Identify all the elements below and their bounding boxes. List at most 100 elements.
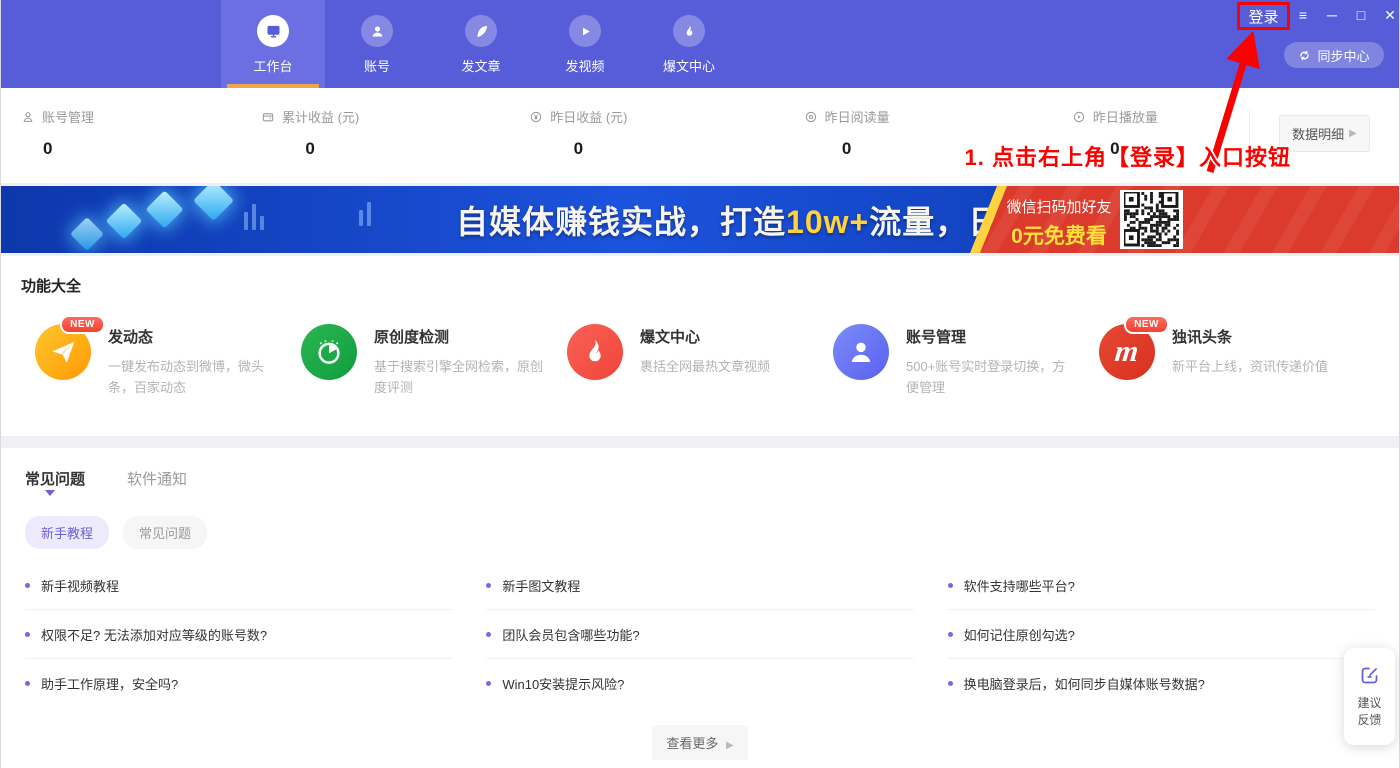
login-button[interactable]: 登录 — [1248, 6, 1278, 27]
feature-cards: NEW 发动态 一键发布动态到微博，微头条，百家动态 原创 — [21, 324, 1379, 398]
bullet-icon — [25, 681, 30, 686]
feature-name: 账号管理 — [906, 324, 1078, 347]
feature-name: 独讯头条 — [1172, 324, 1328, 347]
feature-name: 发动态 — [108, 324, 280, 347]
stat-label: 昨日阅读量 — [825, 107, 890, 126]
tab-label: 工作台 — [253, 56, 292, 75]
feature-name: 原创度检测 — [374, 324, 546, 347]
feedback-widget[interactable]: 建议 反馈 — [1344, 648, 1395, 745]
feature-duxun-toutiao[interactable]: m NEW 独讯头条 新平台上线，资讯传递价值 — [1099, 324, 1365, 398]
sync-icon — [1298, 49, 1311, 62]
faq-item[interactable]: 换电脑登录后，如何同步自媒体账号数据? — [948, 659, 1375, 708]
bullet-icon — [25, 583, 30, 588]
qr-code — [1120, 190, 1183, 249]
tab-common-questions[interactable]: 常见问题 — [25, 468, 85, 489]
view-more-button[interactable]: 查看更多 ▶ — [652, 725, 747, 760]
glow-cube-decoration — [70, 217, 104, 251]
stat-value: 0 — [43, 139, 52, 159]
view-more-label: 查看更多 — [666, 736, 718, 751]
tab-software-notice[interactable]: 软件通知 — [127, 468, 187, 489]
tab-label: 爆文中心 — [663, 56, 715, 75]
features-title: 功能大全 — [21, 275, 1379, 296]
close-icon[interactable]: ✕ — [1382, 7, 1398, 24]
faq-list: 新手视频教程 新手图文教程 软件支持哪些平台? 权限不足? 无法添加对应等级的账… — [25, 561, 1375, 708]
glow-cube-decoration — [145, 190, 183, 228]
faq-item[interactable]: 如何记住原创勾选? — [948, 610, 1375, 659]
flame-icon — [567, 324, 623, 380]
faq-section: 常见问题 软件通知 新手教程 常见问题 新手视频教程 新手图文教程 软件支持哪些… — [1, 448, 1399, 768]
stats-bar: 账号管理 0 累计收益 (元) 0 昨日收益 (元) 0 — [1, 88, 1399, 183]
promo-line1: 微信扫码加好友 — [1003, 196, 1115, 217]
caret-down-icon — [45, 490, 55, 496]
faq-item[interactable]: 新手视频教程 — [25, 561, 452, 610]
minimize-icon[interactable]: ─ — [1324, 7, 1340, 24]
faq-item[interactable]: Win10安装提示风险? — [486, 659, 913, 708]
views-icon — [804, 110, 818, 124]
stat-detail-zone: 数据明细 ▶ — [1249, 109, 1399, 157]
maximize-icon[interactable]: □ — [1353, 7, 1369, 24]
new-badge: NEW — [1124, 315, 1169, 334]
feature-account-management[interactable]: 账号管理 500+账号实时登录切换，方便管理 — [833, 324, 1099, 398]
equalizer-bar-decoration — [260, 216, 264, 230]
stat-value: 0 — [305, 139, 314, 159]
equalizer-bar-decoration — [252, 204, 256, 230]
stat-yesterday-plays: 昨日播放量 0 — [981, 107, 1249, 159]
feature-desc: 裹括全网最热文章视频 — [640, 356, 770, 377]
sync-center-label: 同步中心 — [1317, 46, 1369, 65]
equalizer-bar-decoration — [367, 202, 371, 226]
banner-promo-text: 微信扫码加好友 0元免费看 — [1003, 196, 1115, 250]
promo-banner[interactable]: 自媒体赚钱实战，打造10w+流量，日赚500+高收益玩法 微信扫码加好友 0元免… — [1, 186, 1399, 253]
faq-item[interactable]: 新手图文教程 — [486, 561, 913, 610]
faq-item[interactable]: 权限不足? 无法添加对应等级的账号数? — [25, 610, 452, 659]
tab-hot-article-center[interactable]: 爆文中心 — [637, 0, 741, 88]
paper-plane-icon: NEW — [35, 324, 91, 380]
tab-workbench[interactable]: 工作台 — [221, 0, 325, 88]
feature-desc: 新平台上线，资讯传递价值 — [1172, 356, 1328, 377]
headline-part: 10w+ — [786, 204, 869, 240]
pill-beginner-tutorial[interactable]: 新手教程 — [25, 516, 109, 549]
play-circle-icon — [1072, 110, 1086, 124]
bullet-icon — [486, 632, 491, 637]
window-controls: ≡ ─ □ ✕ — [1295, 7, 1398, 24]
bullet-icon — [486, 681, 491, 686]
feature-originality-check[interactable]: 原创度检测 基于搜索引擎全网检索，原创度评测 — [301, 324, 567, 398]
tab-label: 账号 — [364, 56, 390, 75]
stat-value: 0 — [574, 139, 583, 159]
chevron-right-icon: ▶ — [726, 740, 734, 751]
bullet-icon — [948, 681, 953, 686]
tab-publish-article[interactable]: 发文章 — [429, 0, 533, 88]
promo-line2: 0元免费看 — [1003, 220, 1115, 250]
faq-item[interactable]: 团队会员包含哪些功能? — [486, 610, 913, 659]
bullet-icon — [948, 583, 953, 588]
pill-common-questions[interactable]: 常见问题 — [123, 516, 207, 549]
stat-label: 昨日播放量 — [1093, 107, 1158, 126]
feature-hot-article-center[interactable]: 爆文中心 裹括全网最热文章视频 — [567, 324, 833, 398]
app-window: 工作台 账号 发文章 — [0, 0, 1400, 768]
stat-yesterday-reads: 昨日阅读量 0 — [713, 107, 981, 159]
faq-filter-pills: 新手教程 常见问题 — [25, 516, 1375, 549]
menu-icon[interactable]: ≡ — [1295, 7, 1311, 24]
chevron-right-icon: ▶ — [1349, 128, 1357, 139]
tab-account[interactable]: 账号 — [325, 0, 429, 88]
sync-center-button[interactable]: 同步中心 — [1284, 42, 1384, 68]
coin-yuan-icon — [529, 110, 543, 124]
feature-desc: 一键发布动态到微博，微头条，百家动态 — [108, 356, 280, 398]
feature-post-moments[interactable]: NEW 发动态 一键发布动态到微博，微头条，百家动态 — [35, 324, 301, 398]
user-icon — [833, 324, 889, 380]
tab-label: 发文章 — [461, 56, 500, 75]
bullet-icon — [948, 632, 953, 637]
faq-item[interactable]: 助手工作原理，安全吗? — [25, 659, 452, 708]
originality-gauge-icon — [301, 324, 357, 380]
faq-item[interactable]: 软件支持哪些平台? — [948, 561, 1375, 610]
stat-yesterday-income: 昨日收益 (元) 0 — [444, 107, 712, 159]
faq-tabs: 常见问题 软件通知 — [25, 468, 1375, 489]
data-detail-label: 数据明细 — [1292, 124, 1344, 143]
more-wrap: 查看更多 ▶ — [25, 725, 1375, 760]
feedback-label: 建议 反馈 — [1357, 695, 1381, 729]
equalizer-bar-decoration — [359, 210, 363, 226]
stat-account-management: 账号管理 0 — [1, 107, 176, 159]
tab-publish-video[interactable]: 发视频 — [533, 0, 637, 88]
user-icon — [361, 15, 393, 47]
data-detail-button[interactable]: 数据明细 ▶ — [1279, 115, 1370, 152]
feature-name: 爆文中心 — [640, 324, 770, 347]
